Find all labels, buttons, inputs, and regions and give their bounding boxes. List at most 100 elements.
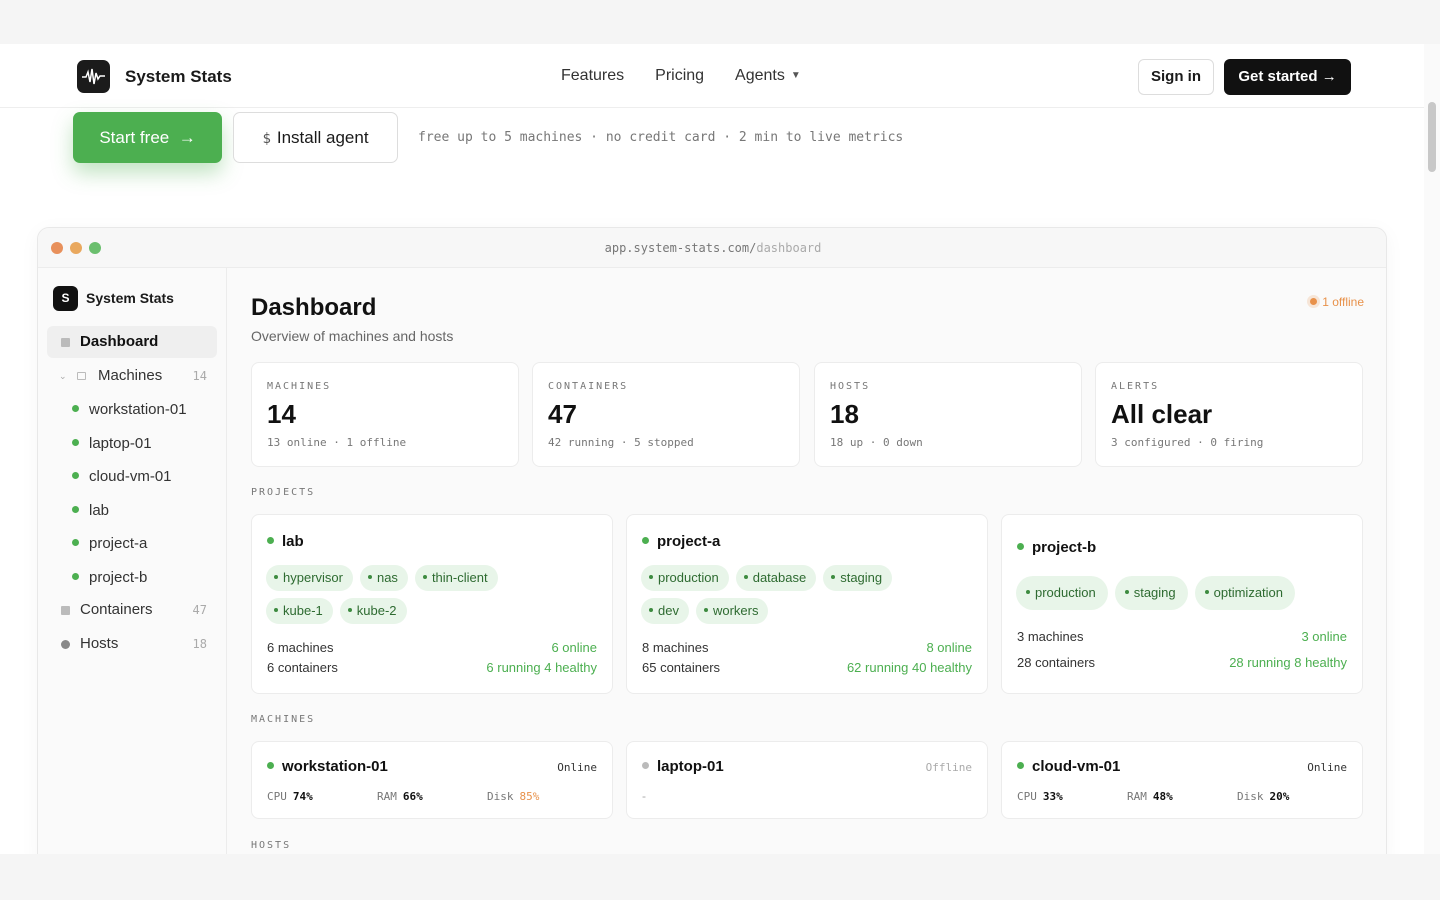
- machine-name: cloud-vm-01: [1017, 758, 1120, 775]
- stat-key: HOSTS: [830, 381, 871, 392]
- tag-label: thin-client: [431, 570, 488, 585]
- sidebar-item-machines[interactable]: ⌄ Machines 14: [47, 360, 217, 392]
- nav-link-agents[interactable]: Agents ▼: [735, 67, 801, 85]
- sidebar-item-label: Containers: [80, 601, 153, 618]
- tag-kube-1[interactable]: kube-1: [266, 598, 333, 624]
- status-online-dot: [72, 405, 79, 412]
- brand-name[interactable]: System Stats: [125, 67, 232, 87]
- tag-workers[interactable]: workers: [695, 598, 769, 624]
- sidebar-subitem-laptop-01[interactable]: laptop-01: [72, 435, 152, 452]
- containers-count: 47: [192, 603, 207, 617]
- arrow-right-icon: →: [1321, 68, 1337, 85]
- project-card-lab[interactable]: lab hypervisor nas thin-client kube-1 ku…: [251, 514, 613, 694]
- stat-detail: 13 online · 1 offline: [267, 436, 407, 449]
- stat-key: MACHINES: [267, 381, 332, 392]
- tag-production[interactable]: production: [641, 565, 729, 591]
- sidebar-item-dashboard[interactable]: Dashboard: [47, 326, 217, 358]
- install-agent-button[interactable]: $ Install agent: [233, 112, 398, 163]
- hosts-section-label: HOSTS: [251, 840, 292, 851]
- metric-label: RAM: [1127, 790, 1147, 803]
- metric-value: 33%: [1042, 790, 1063, 803]
- project-containers: 65 containers: [642, 660, 721, 675]
- machines-section-label: MACHINES: [251, 714, 316, 725]
- app-logo: S: [53, 286, 78, 311]
- tag-kube-2[interactable]: kube-2: [339, 598, 407, 624]
- sidebar-item-label: Machines: [98, 367, 163, 384]
- page-scrollbar[interactable]: [1424, 44, 1440, 854]
- status-online-dot: [72, 472, 79, 479]
- tag-database[interactable]: database: [735, 565, 817, 591]
- page-title: Dashboard: [251, 294, 377, 321]
- project-machines-row: 3 machines 3 online: [1017, 629, 1347, 644]
- machine-card-laptop-01[interactable]: laptop-01 Offline -: [626, 741, 988, 819]
- sidebar-item-label: Dashboard: [80, 333, 159, 350]
- machine-card-workstation-01[interactable]: workstation-01 Online CPU 74% RAM 66% Disk…: [251, 741, 613, 819]
- nav-link-pricing[interactable]: Pricing: [655, 67, 704, 85]
- tag-thin-client[interactable]: thin-client: [414, 565, 498, 591]
- sidebar-item-hosts[interactable]: Hosts 18: [47, 628, 217, 660]
- project-online: 3 online: [1301, 629, 1347, 644]
- tag-staging[interactable]: staging: [823, 565, 893, 591]
- project-running: 6 running 4 healthy: [486, 660, 597, 675]
- offline-status-badge[interactable]: 1 offline: [1310, 295, 1364, 309]
- project-machines-row: 6 machines 6 online: [267, 640, 597, 655]
- metric-value: 74%: [292, 790, 313, 803]
- machine-card-cloud-vm-01[interactable]: cloud-vm-01 Online CPU 33% RAM 48% Disk 20%: [1001, 741, 1363, 819]
- tag-hypervisor[interactable]: hypervisor: [266, 565, 353, 591]
- stat-card-containers[interactable]: CONTAINERS 47 42 running · 5 stopped: [532, 362, 800, 467]
- scrollbar-thumb[interactable]: [1428, 102, 1436, 172]
- start-free-button[interactable]: Start free →: [73, 112, 222, 163]
- ram-metric: RAM 66%: [377, 790, 423, 803]
- tag-staging[interactable]: staging: [1114, 576, 1188, 610]
- tag-label: kube-1: [283, 603, 323, 618]
- status-online-dot: [267, 537, 274, 544]
- machine-name-label: workstation-01: [282, 758, 388, 775]
- metric-label: RAM: [377, 790, 397, 803]
- sidebar-subitem-workstation-01[interactable]: workstation-01: [72, 401, 187, 418]
- stat-card-machines[interactable]: MACHINES 14 13 online · 1 offline: [251, 362, 519, 467]
- tag-label: nas: [376, 570, 398, 585]
- status-online-dot: [267, 762, 274, 769]
- monitor-icon: [77, 372, 86, 380]
- sidebar-subitem-cloud-vm-01[interactable]: cloud-vm-01: [72, 468, 172, 485]
- sidebar-item-containers[interactable]: Containers 47: [47, 594, 217, 626]
- sidebar-subitem-label: project-b: [89, 569, 148, 586]
- project-machines: 3 machines: [1017, 629, 1084, 644]
- status-online-dot: [72, 506, 79, 513]
- stat-card-hosts[interactable]: HOSTS 18 18 up · 0 down: [814, 362, 1082, 467]
- arrow-right-icon: →: [178, 128, 196, 147]
- cpu-metric: CPU 74%: [267, 790, 313, 803]
- address-bar: app.system-stats.com/dashboard: [38, 241, 1386, 255]
- status-online-dot: [1017, 543, 1024, 550]
- tag-label: workers: [712, 603, 759, 618]
- project-card-project-b[interactable]: project-b production staging optimizatio…: [1001, 514, 1363, 694]
- nav-link-features[interactable]: Features: [561, 67, 624, 85]
- brand-logo[interactable]: [77, 60, 110, 93]
- sidebar-subitem-project-b[interactable]: project-b: [72, 569, 147, 586]
- project-name-label: lab: [282, 533, 304, 550]
- container-icon: [61, 606, 70, 615]
- stat-value: 14: [267, 399, 296, 429]
- sidebar-subitem-project-a[interactable]: project-a: [72, 535, 147, 552]
- machine-name: laptop-01: [642, 758, 724, 775]
- sidebar-subitem-lab[interactable]: lab: [72, 502, 109, 519]
- metric-value: 48%: [1152, 790, 1173, 803]
- project-card-project-a[interactable]: project-a production database staging de…: [626, 514, 988, 694]
- sign-in-button[interactable]: Sign in: [1138, 59, 1214, 95]
- tag-optimization[interactable]: optimization: [1194, 576, 1296, 610]
- sidebar-subitem-label: workstation-01: [89, 401, 187, 418]
- disk-metric: Disk 20%: [1237, 790, 1289, 803]
- dashboard-preview-window: app.system-stats.com/dashboard S System …: [37, 227, 1387, 854]
- app-sidebar: S System Stats Dashboard ⌄ Machines 14 w…: [38, 268, 227, 854]
- get-started-button[interactable]: Get started →: [1224, 59, 1351, 95]
- tag-production[interactable]: production: [1016, 576, 1108, 610]
- tag-dev[interactable]: dev: [641, 598, 689, 624]
- nav-link-agents-label: Agents: [735, 67, 785, 84]
- stat-card-alerts[interactable]: ALERTS All clear 3 configured · 0 firing: [1095, 362, 1363, 467]
- project-containers-row: 28 containers 28 running 8 healthy: [1017, 655, 1347, 670]
- hosts-count: 18: [192, 637, 207, 651]
- stat-detail: 3 configured · 0 firing: [1111, 436, 1264, 449]
- stat-key: ALERTS: [1111, 381, 1160, 392]
- tag-nas[interactable]: nas: [359, 565, 408, 591]
- project-containers: 28 containers: [1017, 655, 1096, 670]
